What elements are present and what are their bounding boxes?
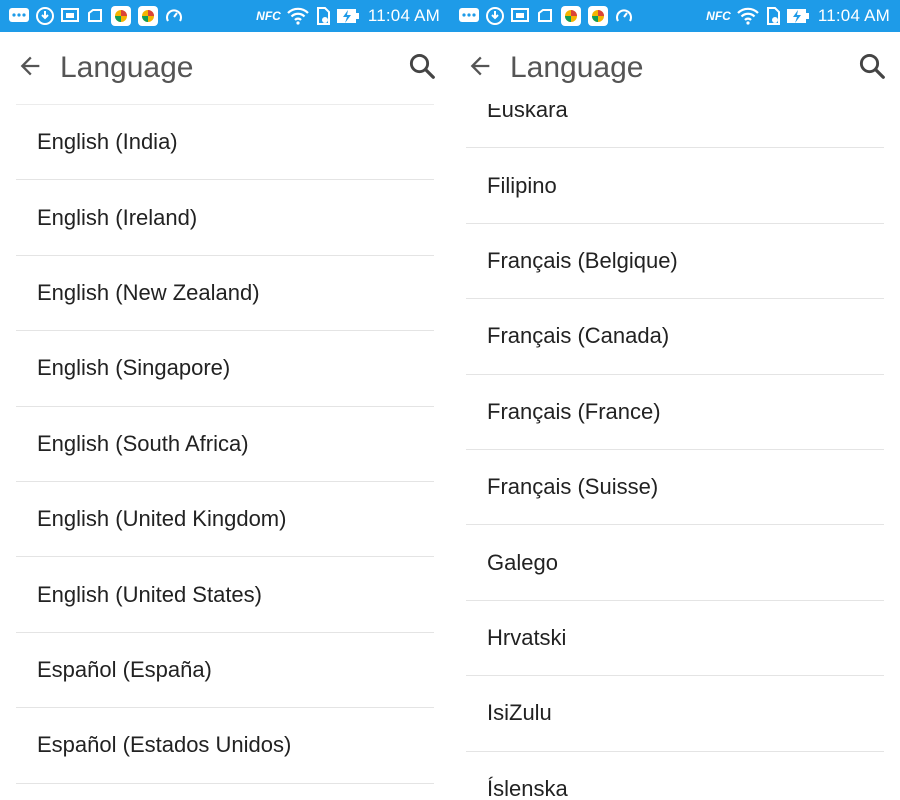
download-icon [485,4,505,28]
language-item[interactable]: Hrvatski [466,601,884,677]
search-button[interactable] [854,48,890,84]
language-item[interactable]: Español (España) [16,633,434,709]
battery-charging-icon [336,4,360,28]
back-arrow-icon [20,56,40,76]
screen-icon [510,4,530,28]
app-bar: Language [0,32,450,104]
sdcard-icon [765,4,781,28]
language-item[interactable]: English (New Zealand) [16,256,434,332]
language-item[interactable]: English (India) [16,105,434,181]
language-item[interactable]: Français (Suisse) [466,450,884,526]
nfc-icon: NFC [256,9,281,23]
language-item[interactable]: English (United Kingdom) [16,482,434,558]
language-item[interactable]: English (Singapore) [16,331,434,407]
status-time: 11:04 AM [367,6,440,25]
status-bar: NFC 11:04 AM [450,0,900,32]
language-item[interactable]: English (South Africa) [16,407,434,482]
language-item[interactable]: Español (Estados Unidos) [16,708,434,784]
screen-icon [60,4,80,28]
speed-icon [614,4,634,28]
page-title: Language [510,51,644,84]
speed-icon [164,4,184,28]
language-item[interactable]: English (United States) [16,557,434,633]
app-icon [137,4,159,28]
sdcard-icon [315,4,331,28]
download-icon [35,4,55,28]
language-item[interactable]: English (Ireland) [16,180,434,256]
search-icon [409,53,435,79]
back-button[interactable] [12,48,48,84]
status-bar: NFC 11:04 AM [0,0,450,32]
search-icon [859,53,885,79]
nfc-icon: NFC [706,9,731,23]
language-list: English (India) English (Ireland) Englis… [16,104,434,784]
app-icon [110,4,132,28]
status-time: 11:04 AM [817,6,890,25]
back-button[interactable] [462,48,498,84]
language-item[interactable]: Français (France) [466,375,884,450]
app-bar: Language [450,32,900,104]
wifi-icon [286,4,310,28]
recent-icon [535,4,555,28]
search-button[interactable] [404,48,440,84]
battery-charging-icon [786,4,810,28]
back-arrow-icon [470,56,490,76]
app-icon [587,4,609,28]
screen-left: NFC 11:04 AM Language English (India) En… [0,0,450,800]
wifi-icon [736,4,760,28]
language-item[interactable]: Français (Canada) [466,299,884,375]
language-item[interactable]: Galego [466,525,884,601]
recent-icon [85,4,105,28]
page-title: Language [60,51,194,84]
screen-right: NFC 11:04 AM Euskara Filipino Français (… [450,0,900,800]
language-list: Euskara Filipino Français (Belgique) Fra… [466,73,884,800]
app-icon [560,4,582,28]
language-item[interactable]: Íslenska [466,752,884,800]
language-item[interactable]: IsiZulu [466,676,884,752]
language-item[interactable]: Filipino [466,148,884,224]
chat-icon [458,4,480,28]
chat-icon [8,4,30,28]
language-item[interactable]: Français (Belgique) [466,224,884,300]
